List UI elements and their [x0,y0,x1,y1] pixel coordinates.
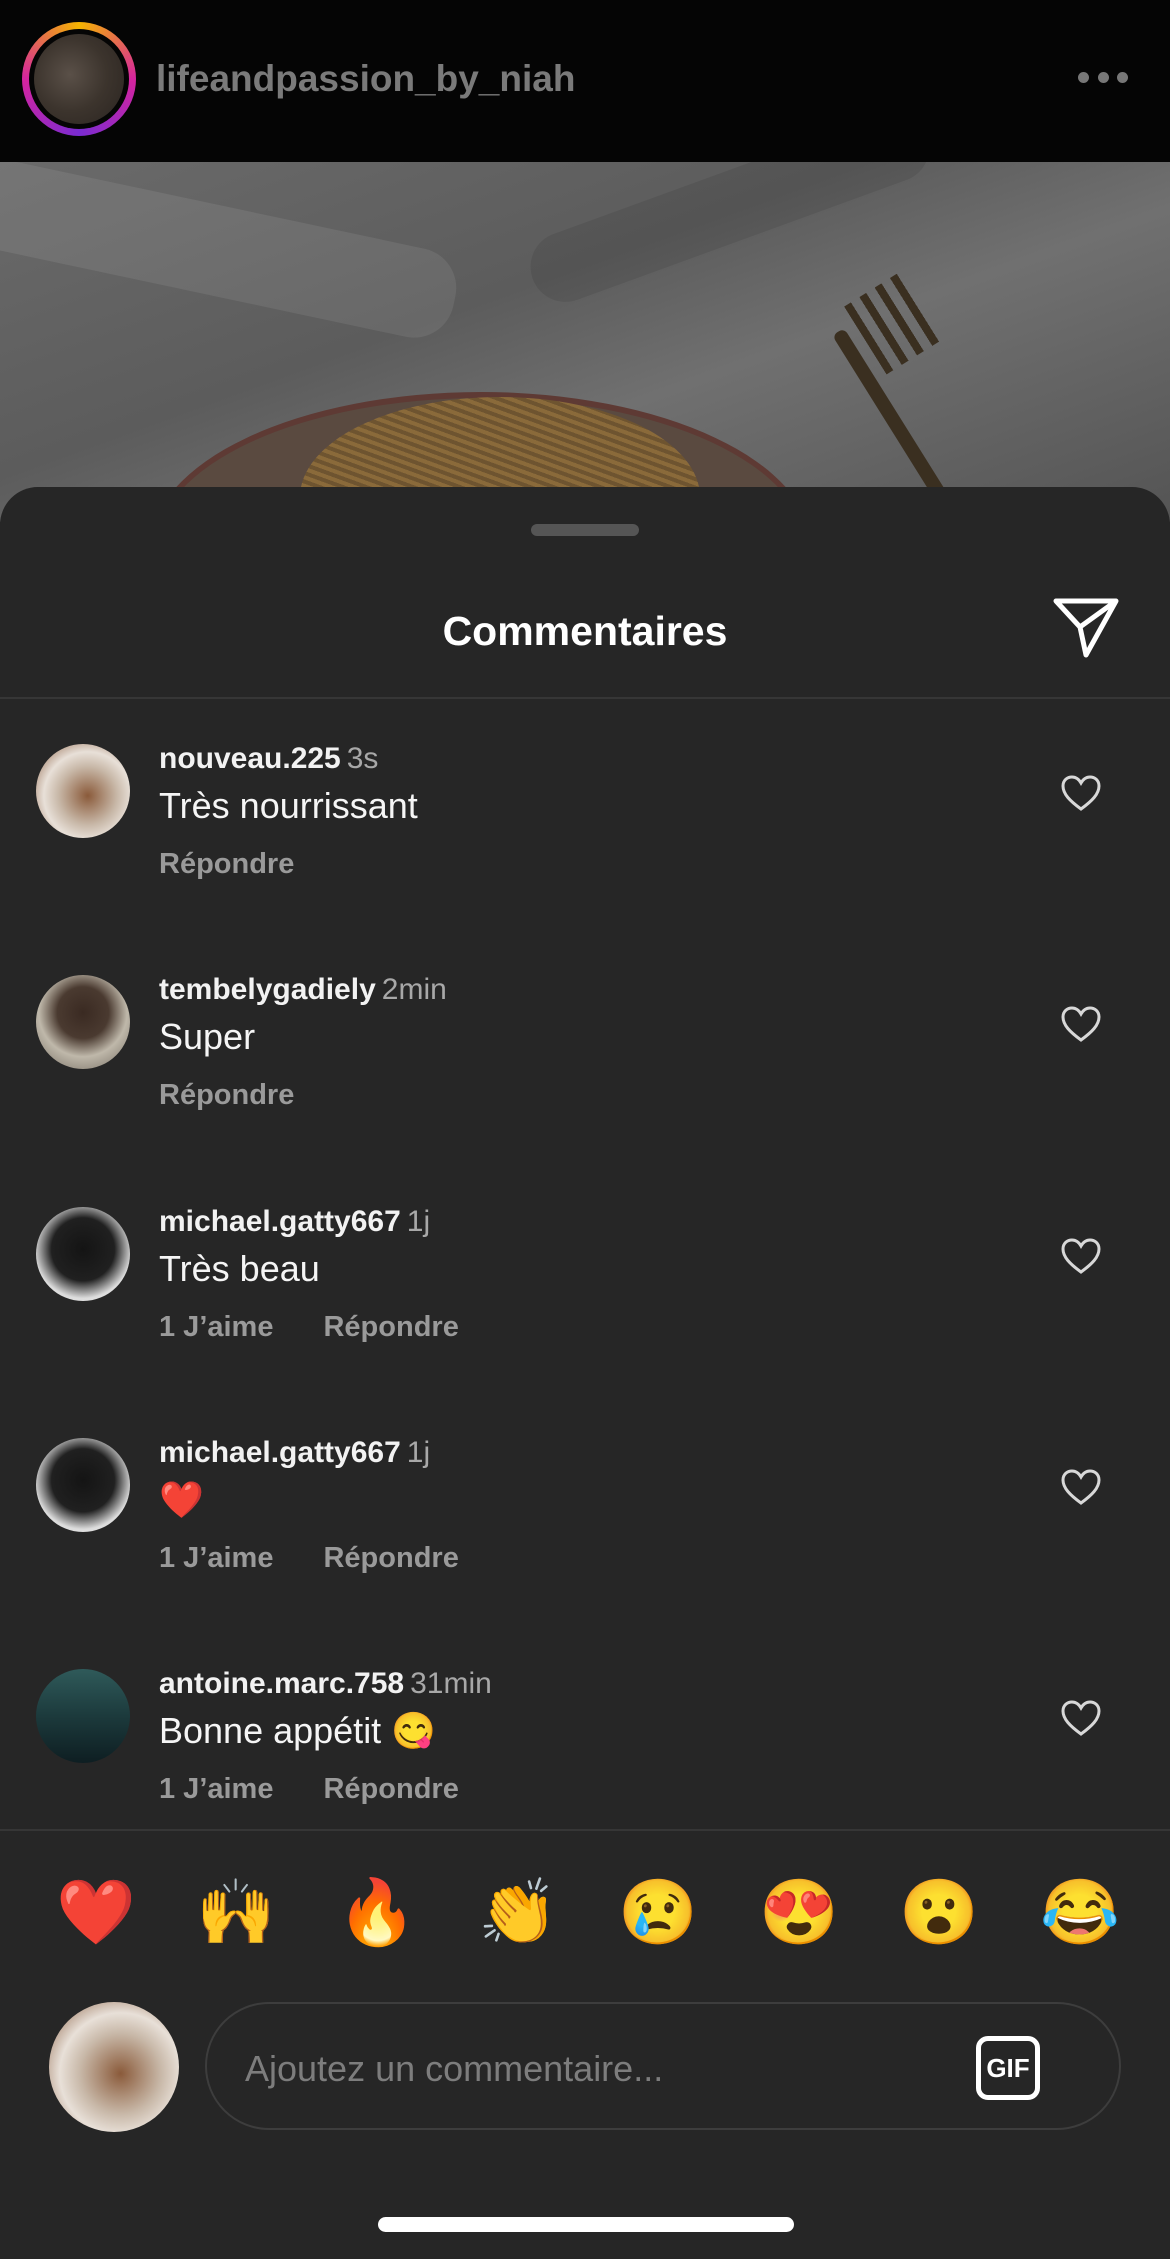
comment-item: antoine.marc.758 31min Bonne appétit 😋 1 … [0,1667,1170,1900]
avatar[interactable] [36,1669,130,1763]
divider [0,1829,1170,1831]
avatar[interactable] [36,1438,130,1532]
comment-item: michael.gatty667 1j ❤️ 1 J’aime Répondre [0,1436,1170,1669]
reply-button[interactable]: Répondre [323,1542,458,1574]
heart-icon[interactable] [1060,1468,1102,1506]
current-user-avatar [49,2002,179,2132]
heart-icon[interactable] [1060,774,1102,812]
ellipsis-icon[interactable] [1078,72,1128,86]
comment-time: 1j [406,1436,431,1469]
post-image [0,162,1170,522]
post-author-avatar[interactable] [22,22,136,136]
comment-time: 2min [381,973,447,1006]
avatar[interactable] [36,744,130,838]
comment-time: 1j [406,1205,431,1238]
heart-icon[interactable] [1060,1237,1102,1275]
reply-button[interactable]: Répondre [159,848,294,880]
quick-reaction-raised-hands[interactable]: 🙌 [196,1876,276,1948]
gif-button[interactable]: GIF [976,2036,1040,2100]
paper-plane-icon[interactable] [1052,597,1120,659]
quick-reaction-laughing[interactable]: 😂 [1040,1876,1120,1948]
sheet-grabber[interactable] [531,524,639,536]
avatar[interactable] [36,975,130,1069]
divider [0,697,1170,699]
sheet-title: Commentaires [442,608,728,654]
home-indicator[interactable] [378,2217,794,2232]
comments-sheet: Commentaires nouveau.225 3s Très nourriss… [0,487,1170,2259]
comment-username[interactable]: michael.gatty667 [159,1205,401,1238]
quick-reaction-fire[interactable]: 🔥 [337,1876,417,1948]
heart-icon[interactable] [1060,1699,1102,1737]
reply-button[interactable]: Répondre [159,1079,294,1111]
quick-reaction-surprised[interactable]: 😮 [899,1876,979,1948]
reply-button[interactable]: Répondre [323,1311,458,1343]
comment-time: 3s [346,742,379,775]
likes-count[interactable]: 1 J’aime [159,1311,273,1343]
comment-item: nouveau.225 3s Très nourrissant Répondre [0,742,1170,975]
quick-reaction-heart-eyes[interactable]: 😍 [759,1876,839,1948]
comment-username[interactable]: antoine.marc.758 [159,1667,404,1700]
comment-username[interactable]: tembelygadiely [159,973,376,1006]
comment-text: Super [159,1016,256,1057]
comment-username[interactable]: nouveau.225 [159,742,341,775]
heart-icon[interactable] [1060,1005,1102,1043]
comment-item: tembelygadiely 2min Super Répondre [0,973,1170,1206]
likes-count[interactable]: 1 J’aime [159,1542,273,1574]
post-header: lifeandpassion_by_niah [0,0,1170,162]
comment-text: Bonne appétit 😋 [159,1710,437,1751]
comment-username[interactable]: michael.gatty667 [159,1436,401,1469]
quick-reaction-clap[interactable]: 👏 [478,1876,558,1948]
reply-button[interactable]: Répondre [323,1773,458,1805]
quick-reaction-crying[interactable]: 😢 [618,1876,698,1948]
likes-count[interactable]: 1 J’aime [159,1773,273,1805]
post-author-username[interactable]: lifeandpassion_by_niah [156,58,575,100]
quick-reaction-heart[interactable]: ❤️ [56,1876,136,1948]
comment-text: ❤️ [159,1479,204,1520]
quick-reaction-bar: ❤️ 🙌 🔥 👏 😢 😍 😮 😂 [0,1876,1170,1948]
comment-input-placeholder: Ajoutez un commentaire... [245,2048,664,2089]
comment-input[interactable]: Ajoutez un commentaire... GIF [205,2002,1121,2130]
comment-time: 31min [410,1667,492,1700]
avatar[interactable] [36,1207,130,1301]
comment-text: Très beau [159,1248,320,1289]
comment-text: Très nourrissant [159,785,418,826]
comment-item: michael.gatty667 1j Très beau 1 J’aime Rép… [0,1205,1170,1438]
